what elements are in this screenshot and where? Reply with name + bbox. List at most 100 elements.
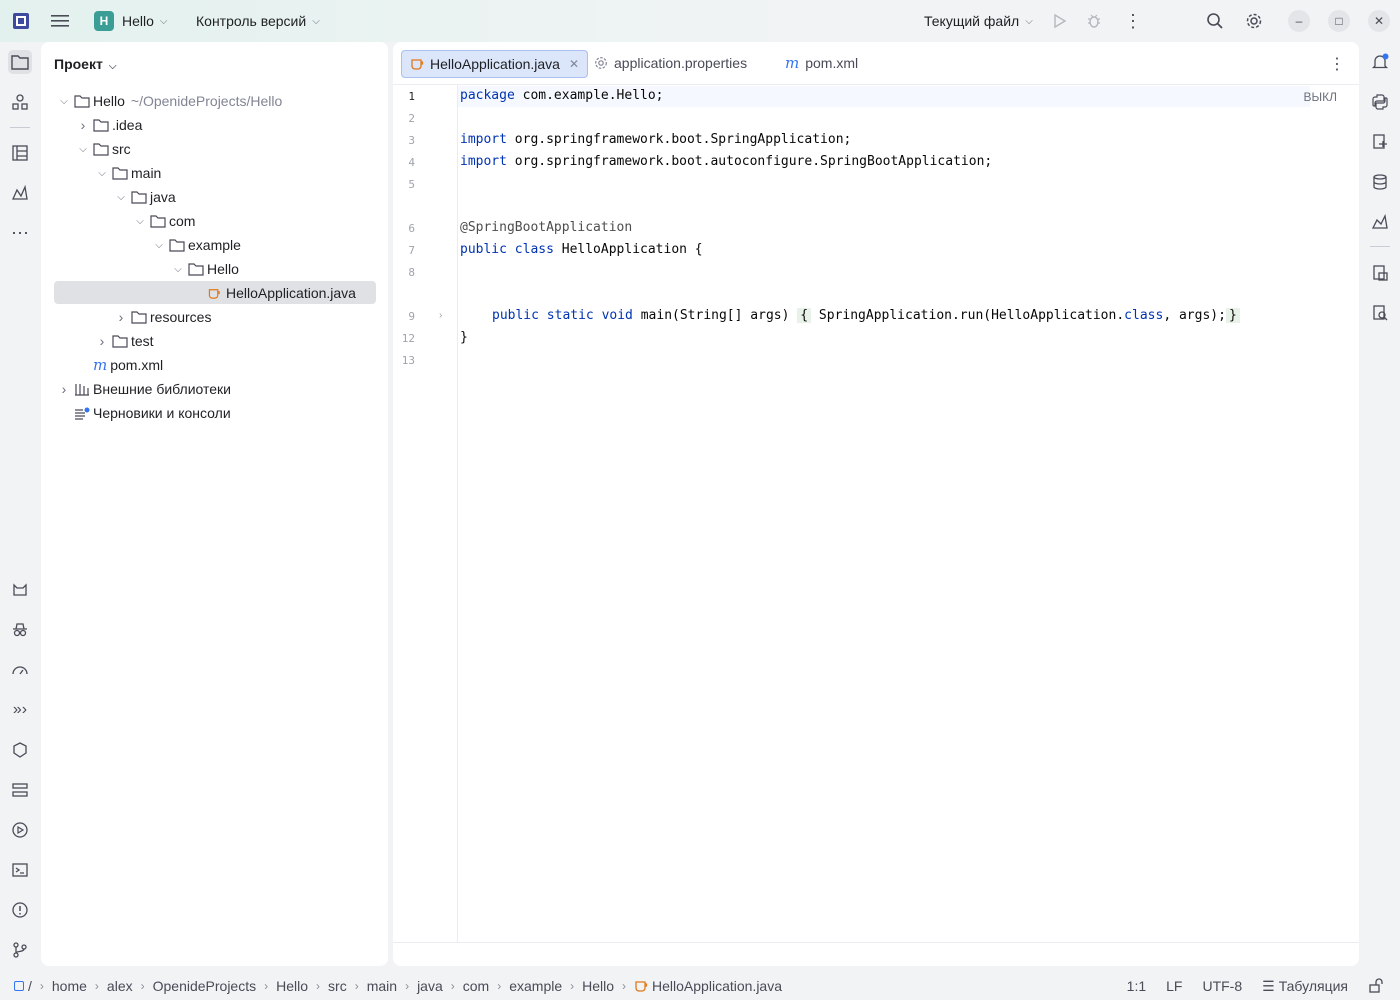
caret-position[interactable]: 1:1 (1127, 978, 1146, 994)
breadcrumb-item[interactable]: OpenideProjects (153, 978, 257, 994)
run-config-selector[interactable]: Текущий файл ⌵ (924, 0, 1033, 42)
chevron-right-icon[interactable]: › (115, 309, 127, 325)
chevron-down-icon[interactable]: ⌵ (96, 168, 108, 179)
tree-item[interactable]: ⌵ Hello (172, 257, 239, 281)
breadcrumb-item[interactable]: main (367, 978, 397, 994)
settings-gear-icon[interactable] (1245, 12, 1263, 30)
breadcrumb-item[interactable]: java (417, 978, 443, 994)
close-tab-icon[interactable]: ✕ (569, 57, 579, 71)
breadcrumb-item[interactable]: alex (107, 978, 133, 994)
find-file-icon[interactable] (1368, 301, 1392, 325)
code-line-1[interactable]: package com.example.Hello; (460, 88, 664, 103)
code-line-12[interactable]: } (460, 330, 468, 345)
left-tool-strip: ⋯ »› (0, 42, 40, 972)
close-button[interactable]: ✕ (1368, 10, 1390, 32)
spy-icon[interactable] (8, 618, 32, 642)
breadcrumb-item[interactable]: Hello (276, 978, 308, 994)
chevron-down-icon[interactable]: ⌵ (172, 264, 184, 275)
tree-item[interactable]: ⌵ com (134, 209, 195, 233)
profiler-icon[interactable] (8, 658, 32, 682)
chevron-down-icon[interactable]: ⌵ (115, 192, 127, 203)
chevron-down-icon[interactable]: ⌵ (134, 216, 146, 227)
breadcrumb-root[interactable]: / (28, 978, 32, 994)
breadcrumb-item[interactable]: example (509, 978, 562, 994)
chevron-down-icon[interactable]: ⌵ (153, 240, 165, 251)
services-icon[interactable] (8, 181, 32, 205)
folder-icon (74, 94, 93, 108)
tree-item-label: Черновики и консоли (93, 405, 231, 421)
database-icon[interactable] (1368, 170, 1392, 194)
minimize-button[interactable]: – (1288, 10, 1310, 32)
tree-item[interactable]: › test (96, 329, 154, 353)
project-switcher[interactable]: H Hello ⌵ (94, 0, 168, 42)
coverage-icon[interactable] (1368, 261, 1392, 285)
endpoints-icon[interactable]: »› (8, 698, 32, 722)
code-line-4[interactable]: import org.springframework.boot.autoconf… (460, 154, 992, 169)
chevron-down-icon[interactable]: ⌵ (58, 96, 70, 107)
tab-hello-application[interactable]: HelloApplication.java ✕ (401, 50, 589, 78)
notifications-bell-icon[interactable] (1368, 50, 1392, 74)
vcs-menu[interactable]: Контроль версий ⌵ (196, 0, 320, 42)
tree-item[interactable]: › resources (115, 305, 212, 329)
app-logo-icon[interactable] (12, 12, 30, 30)
divider (10, 127, 30, 128)
project-panel-title[interactable]: Проект ⌵ (54, 56, 116, 72)
main-menu-icon[interactable] (50, 12, 70, 30)
tree-item[interactable]: m pom.xml (77, 353, 163, 377)
chevron-right-icon: › (622, 979, 627, 993)
module-icon (14, 981, 24, 991)
tab-application-properties[interactable]: application.properties (586, 50, 755, 76)
tree-item[interactable]: ⌵ java (115, 185, 175, 209)
tree-item[interactable]: ⌵ example (153, 233, 241, 257)
run-tool-icon[interactable] (8, 818, 32, 842)
chevron-right-icon[interactable]: › (96, 333, 108, 349)
python-console-icon[interactable] (1368, 90, 1392, 114)
code-line-6[interactable]: @SpringBootApplication (460, 220, 632, 235)
tree-item[interactable]: Черновики и консоли (58, 401, 231, 425)
terminal-icon[interactable] (8, 858, 32, 882)
chevron-down-icon[interactable]: ⌵ (77, 144, 89, 155)
folder-icon (93, 142, 112, 156)
tree-item[interactable]: HelloApplication.java (191, 281, 356, 305)
breadcrumb-item[interactable]: HelloApplication.java (652, 978, 782, 994)
breadcrumb-item[interactable]: src (328, 978, 347, 994)
database-rows-icon[interactable] (8, 778, 32, 802)
indent-setting[interactable]: Табуляция (1279, 978, 1348, 994)
vcs-commit-icon[interactable] (8, 90, 32, 114)
problems-icon[interactable] (8, 898, 32, 922)
fold-expand-icon[interactable]: › (439, 310, 442, 321)
tree-item[interactable]: ⌵ Hello ~/OpenideProjects/Hello (58, 89, 282, 113)
code-line-7[interactable]: public class HelloApplication { (460, 242, 703, 257)
deployment-icon[interactable] (1368, 210, 1392, 234)
tree-item[interactable]: ⌵ src (77, 137, 130, 161)
tree-item[interactable]: › .idea (77, 113, 143, 137)
read-only-toggle-icon[interactable] (1368, 978, 1384, 994)
more-tools-icon[interactable]: ⋯ (8, 221, 32, 245)
tree-item[interactable]: ⌵ main (96, 161, 161, 185)
chevron-right-icon[interactable]: › (58, 381, 70, 397)
code-line-3[interactable]: import org.springframework.boot.SpringAp… (460, 132, 851, 147)
more-actions-icon[interactable]: ⋮ (1124, 12, 1142, 30)
structure-icon[interactable] (8, 141, 32, 165)
code-line-9[interactable]: public static void main(String[] args) {… (492, 308, 1240, 323)
tab-options-icon[interactable]: ⋮ (1329, 54, 1345, 74)
line-separator[interactable]: LF (1166, 978, 1182, 994)
reader-mode-label[interactable]: ВЫКЛ (1304, 90, 1338, 104)
run-icon[interactable] (1052, 13, 1068, 29)
breadcrumb-item[interactable]: home (52, 978, 87, 994)
file-encoding[interactable]: UTF-8 (1202, 978, 1242, 994)
chevron-right-icon: › (316, 979, 321, 993)
chevron-right-icon[interactable]: › (77, 117, 89, 133)
project-tool-icon[interactable] (8, 50, 32, 74)
breadcrumb-item[interactable]: Hello (582, 978, 614, 994)
git-branch-icon[interactable] (8, 938, 32, 962)
breadcrumb-item[interactable]: com (463, 978, 489, 994)
build-icon[interactable] (8, 738, 32, 762)
debug-icon[interactable] (1086, 13, 1102, 29)
sciview-icon[interactable] (1368, 130, 1392, 154)
maximize-button[interactable]: □ (1328, 10, 1350, 32)
cat-plugin-icon[interactable] (8, 578, 32, 602)
search-icon[interactable] (1206, 12, 1224, 30)
tree-item[interactable]: › Внешние библиотеки (58, 377, 231, 401)
tab-pom-xml[interactable]: m pom.xml (777, 50, 866, 76)
